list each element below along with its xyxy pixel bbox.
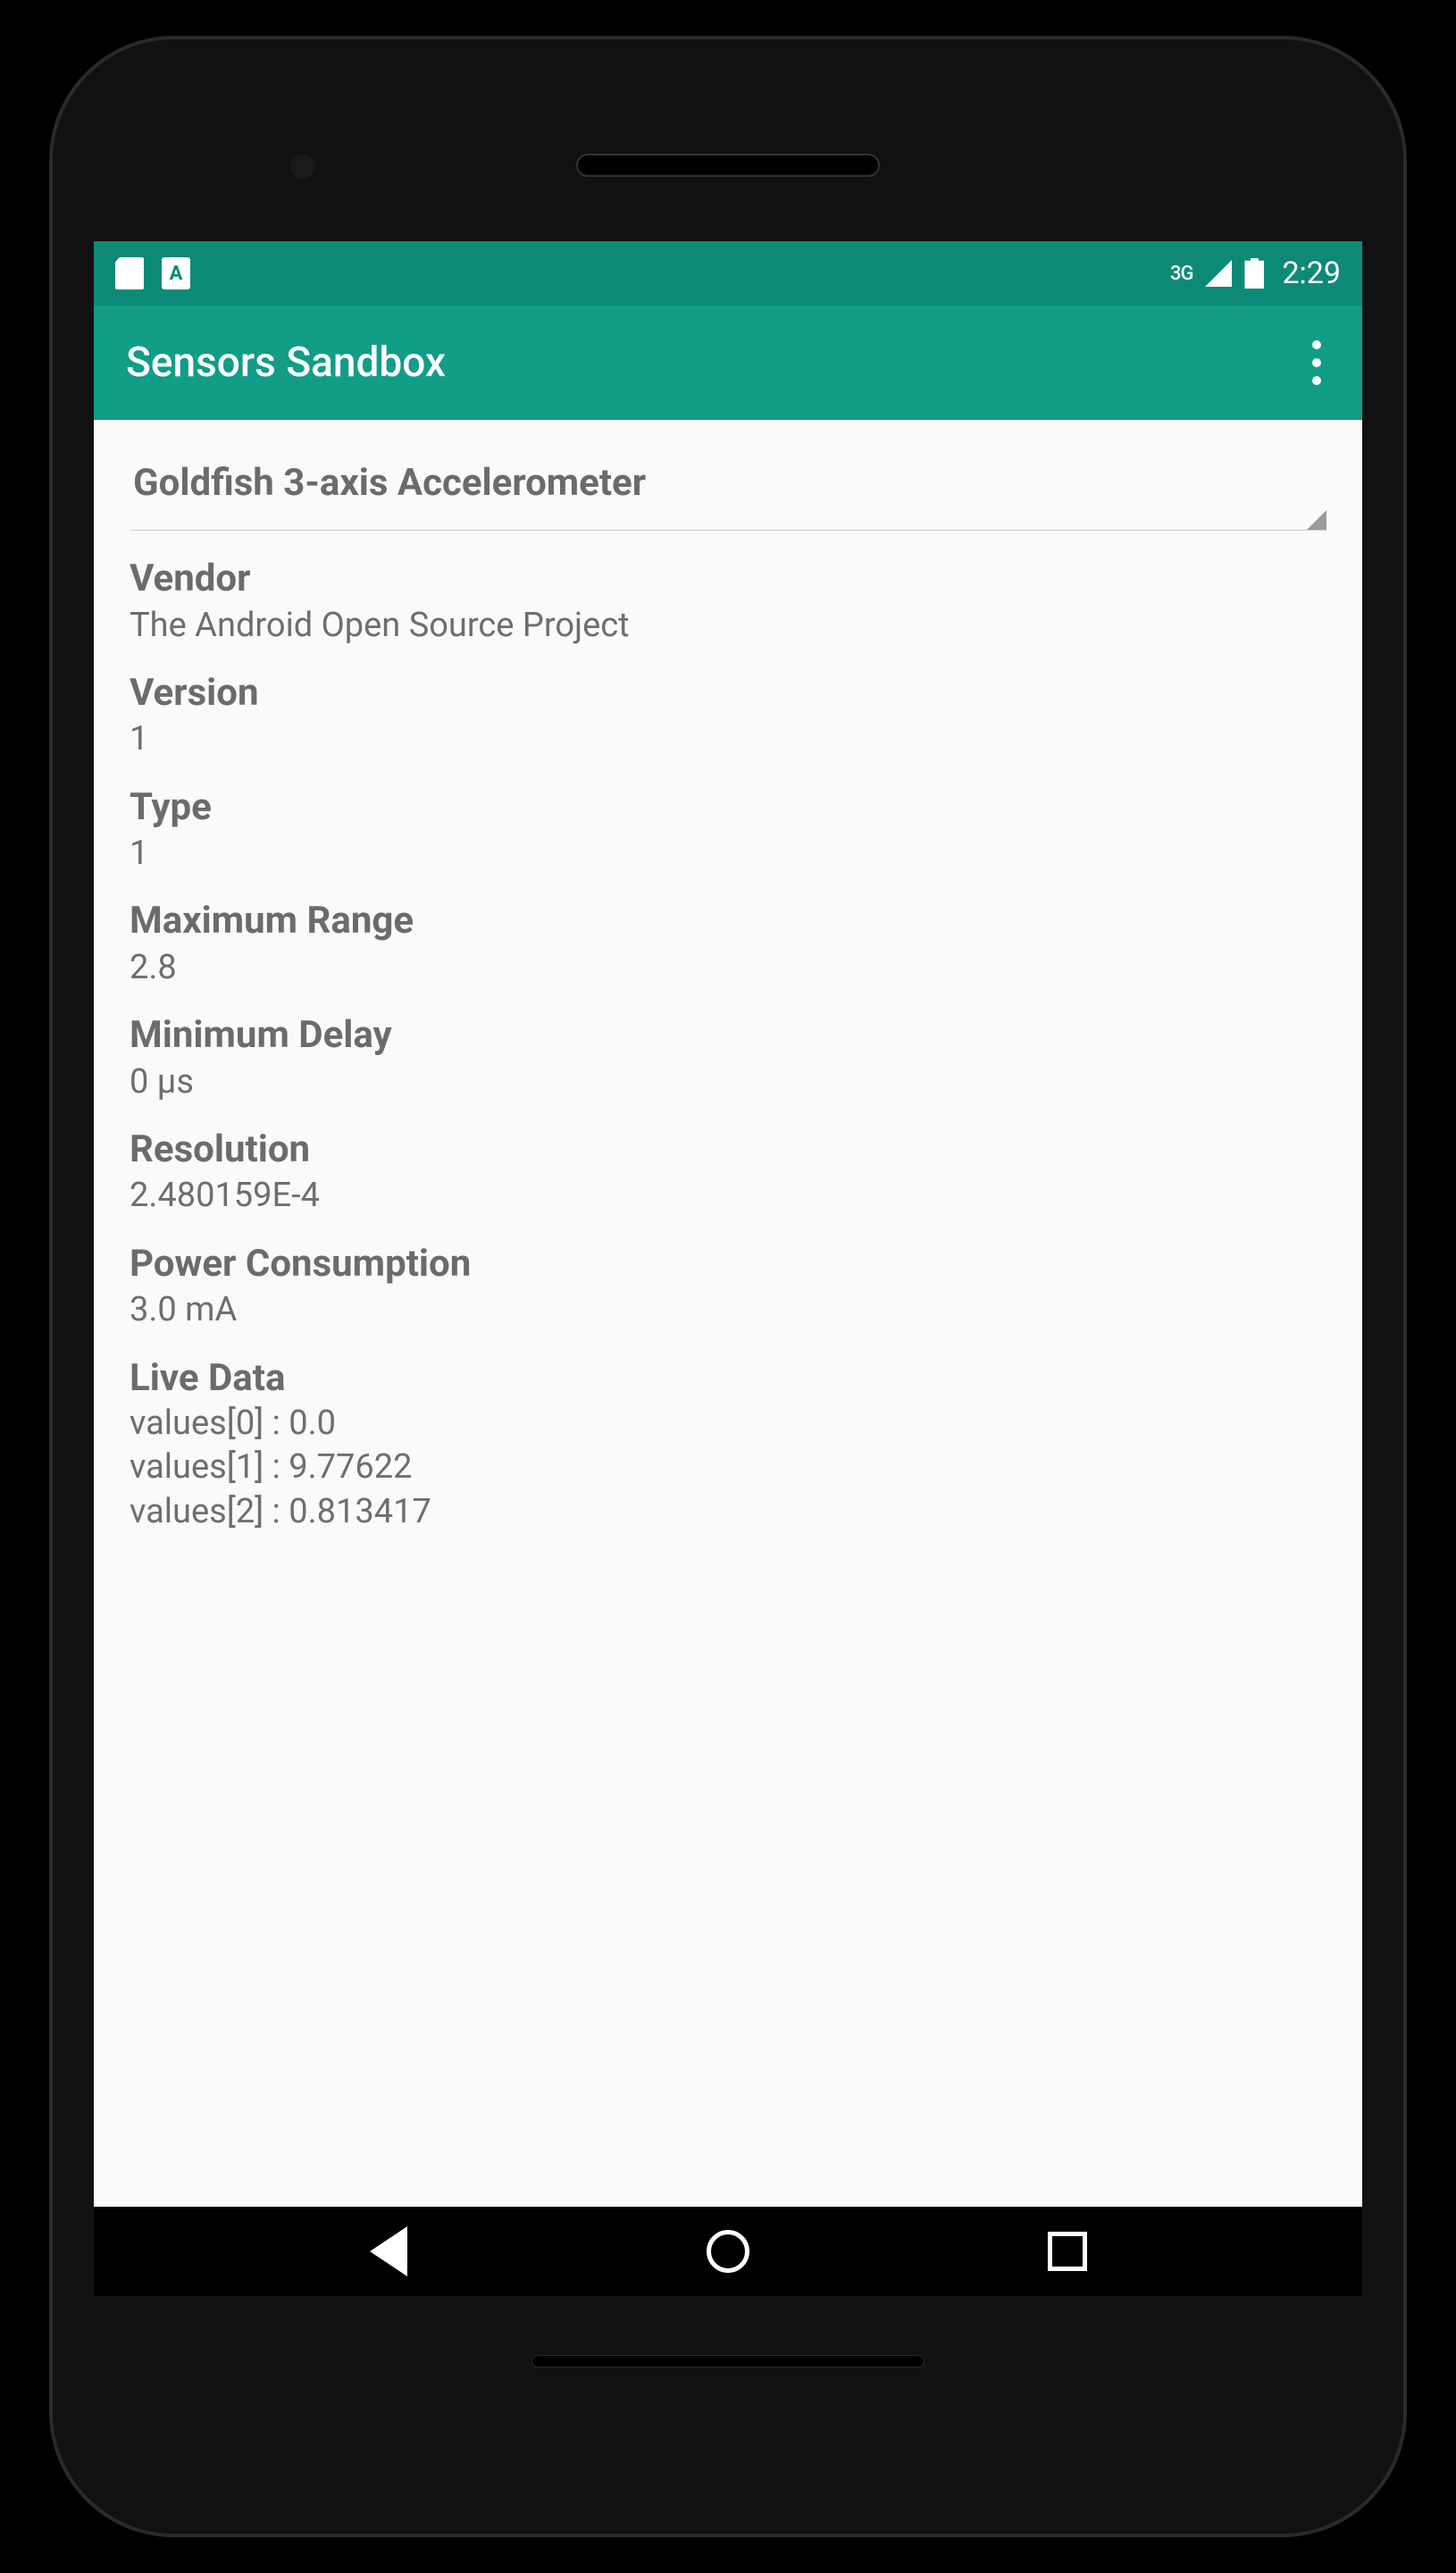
sensor-selector-label: Goldfish 3-axis Accelerometer xyxy=(133,461,646,505)
field-vendor: Vendor The Android Open Source Project xyxy=(130,556,1326,649)
field-power: Power Consumption 3.0 mA xyxy=(130,1241,1326,1334)
status-right: 3G 2:29 xyxy=(1170,256,1341,291)
field-version: Version 1 xyxy=(130,670,1326,763)
phone-top-bezel xyxy=(94,89,1362,241)
more-vert-icon xyxy=(1312,340,1321,349)
field-min-delay-value: 0 µs xyxy=(130,1060,1326,1105)
back-button[interactable] xyxy=(362,2225,415,2278)
field-power-label: Power Consumption xyxy=(130,1241,1326,1288)
field-power-value: 3.0 mA xyxy=(130,1287,1326,1333)
live-value-2: values[2] : 0.813417 xyxy=(130,1490,1326,1534)
recents-button[interactable] xyxy=(1041,2225,1094,2278)
field-type: Type 1 xyxy=(130,784,1326,877)
sensor-selector-spinner[interactable]: Goldfish 3-axis Accelerometer xyxy=(130,450,1326,531)
field-max-range-label: Maximum Range xyxy=(130,898,1326,945)
overflow-menu-button[interactable] xyxy=(1303,331,1330,394)
phone-speaker xyxy=(576,154,880,177)
home-icon xyxy=(707,2230,749,2273)
status-bar: A 3G 2:29 xyxy=(94,241,1362,306)
field-version-label: Version xyxy=(130,670,1326,717)
recents-icon xyxy=(1048,2232,1087,2271)
status-left: A xyxy=(115,257,190,289)
live-value-1: values[1] : 9.77622 xyxy=(130,1446,1326,1489)
field-resolution: Resolution 2.480159E-4 xyxy=(130,1127,1326,1219)
front-camera xyxy=(290,154,315,179)
navigation-bar xyxy=(94,2207,1362,2296)
home-button[interactable] xyxy=(701,2225,755,2278)
field-live-data-label: Live Data xyxy=(130,1355,1326,1403)
live-value-0: values[0] : 0.0 xyxy=(130,1402,1326,1446)
screen: A 3G 2:29 Sensors Sandbox Goldfish 3-axi… xyxy=(94,241,1362,2296)
field-min-delay-label: Minimum Delay xyxy=(130,1012,1326,1060)
phone-speaker-bottom xyxy=(531,2355,925,2368)
field-max-range-value: 2.8 xyxy=(130,945,1326,991)
field-vendor-value: The Android Open Source Project xyxy=(130,603,1326,649)
field-resolution-value: 2.480159E-4 xyxy=(130,1173,1326,1219)
more-vert-icon xyxy=(1312,358,1321,367)
field-type-value: 1 xyxy=(130,831,1326,876)
battery-icon xyxy=(1244,258,1264,289)
phone-frame: A 3G 2:29 Sensors Sandbox Goldfish 3-axi… xyxy=(49,36,1407,2537)
field-vendor-label: Vendor xyxy=(130,556,1326,603)
keyboard-icon: A xyxy=(162,257,190,289)
field-resolution-label: Resolution xyxy=(130,1127,1326,1174)
back-icon xyxy=(370,2226,407,2276)
cellular-signal-icon xyxy=(1205,260,1232,287)
field-max-range: Maximum Range 2.8 xyxy=(130,898,1326,991)
app-title: Sensors Sandbox xyxy=(126,339,446,387)
network-type-label: 3G xyxy=(1170,263,1193,285)
field-version-value: 1 xyxy=(130,717,1326,762)
sd-card-icon xyxy=(115,257,144,289)
content-area: Goldfish 3-axis Accelerometer Vendor The… xyxy=(94,420,1362,1586)
dropdown-arrow-icon xyxy=(1307,510,1326,530)
field-type-label: Type xyxy=(130,784,1326,832)
field-min-delay: Minimum Delay 0 µs xyxy=(130,1012,1326,1105)
app-bar: Sensors Sandbox xyxy=(94,306,1362,420)
phone-bottom-bezel xyxy=(94,2296,1362,2385)
more-vert-icon xyxy=(1312,376,1321,385)
field-live-data: Live Data values[0] : 0.0 values[1] : 9.… xyxy=(130,1355,1326,1535)
clock-label: 2:29 xyxy=(1282,256,1341,291)
